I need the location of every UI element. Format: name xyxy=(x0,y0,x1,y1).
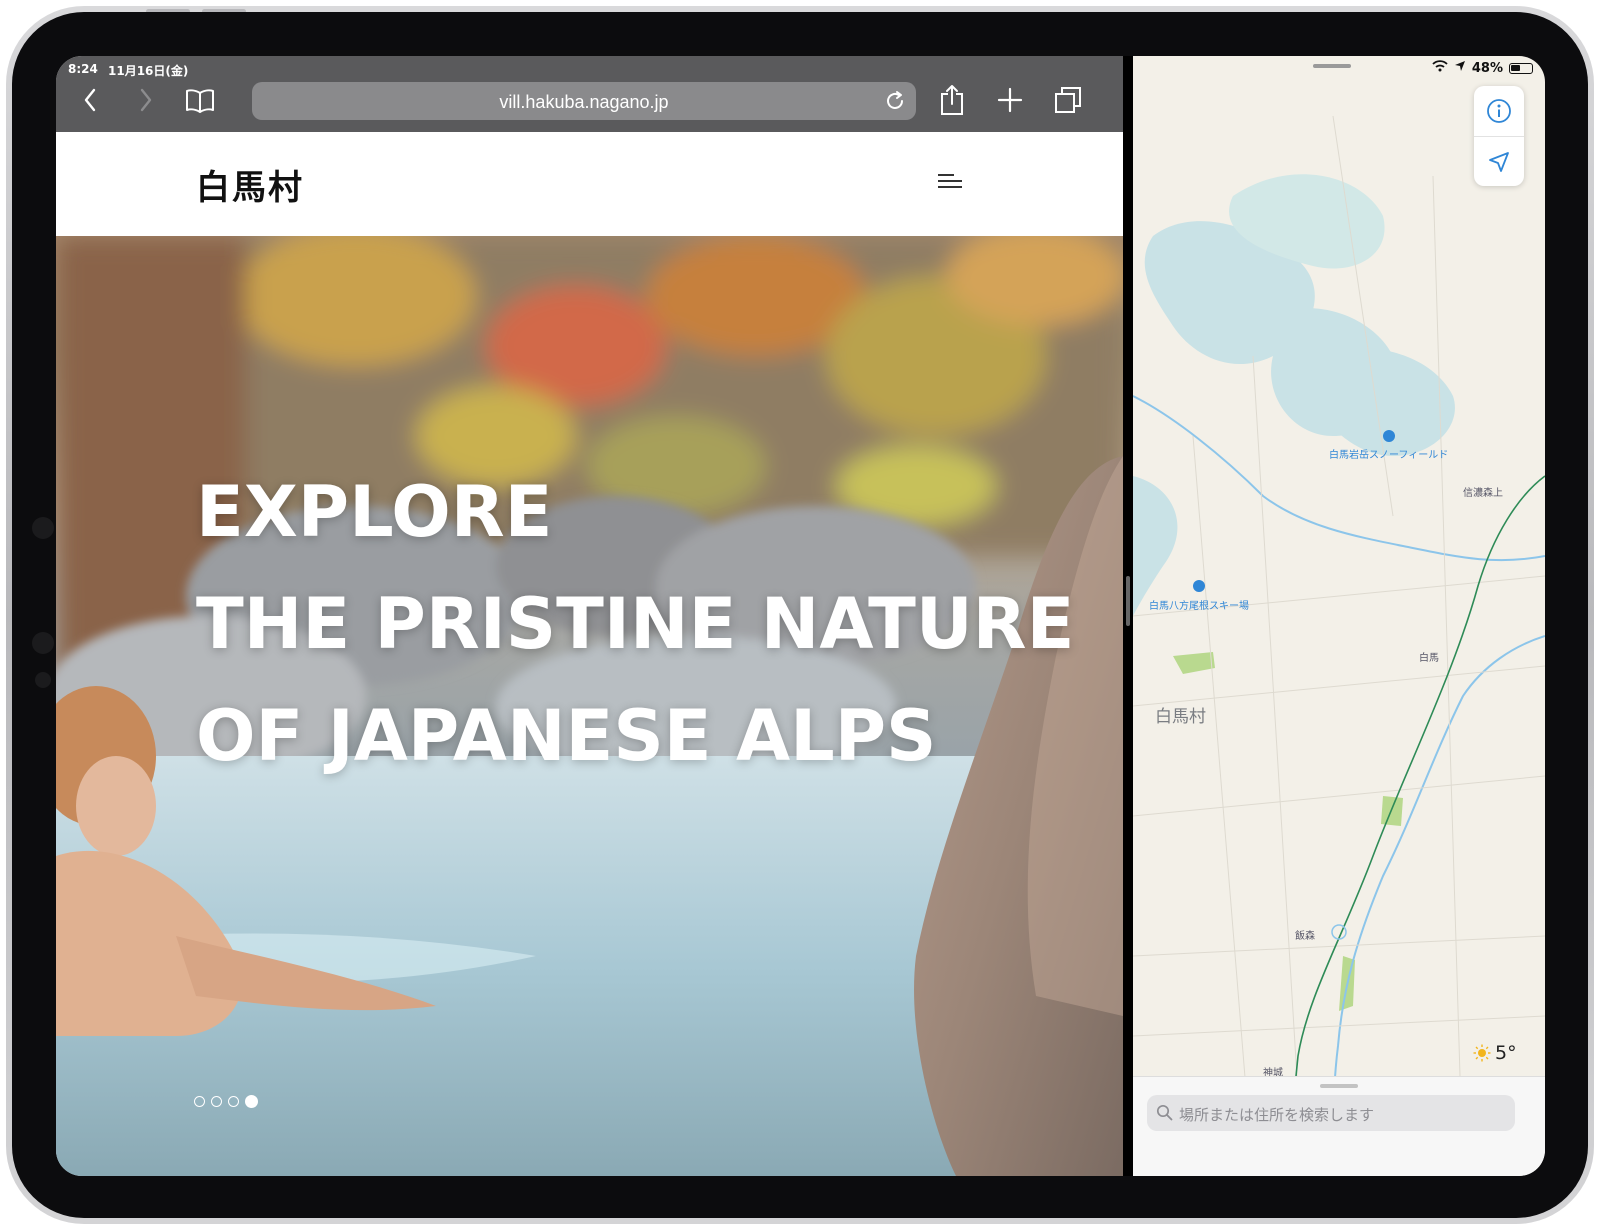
search-placeholder: 場所または住所を検索します xyxy=(1179,1106,1375,1124)
menu-line xyxy=(938,180,962,182)
lake xyxy=(1311,348,1455,456)
tabs-button[interactable] xyxy=(1048,78,1088,122)
back-icon xyxy=(84,88,96,112)
share-button[interactable] xyxy=(932,78,972,122)
maps-search-panel: 場所または住所を検索します xyxy=(1133,1076,1545,1176)
sun-icon xyxy=(1473,1044,1491,1062)
map-canvas[interactable] xyxy=(1133,56,1545,1176)
status-time: 8:24 xyxy=(68,62,98,76)
pencil-connector xyxy=(35,672,51,688)
safari-pane: 8:24 11月16日(金) vill.hakuba.nagano.jp 白馬村… xyxy=(56,56,1123,1176)
slide-dot[interactable] xyxy=(245,1095,258,1108)
status-date: 11月16日(金) xyxy=(108,64,189,78)
hero-line-1: EXPLORE xyxy=(196,471,553,553)
forward-icon xyxy=(140,88,152,112)
tabs-icon xyxy=(1055,87,1081,113)
current-location-button[interactable] xyxy=(1474,136,1524,187)
slide-indicator xyxy=(194,1095,258,1108)
slide-dot[interactable] xyxy=(211,1096,222,1107)
back-button[interactable] xyxy=(72,78,108,122)
hero-line-2: THE PRISTINE NATURE xyxy=(196,583,1075,665)
map-controls xyxy=(1474,86,1524,186)
map-label-happo[interactable]: 白馬八方尾根スキー場 xyxy=(1149,597,1249,612)
map-info-button[interactable] xyxy=(1474,86,1524,136)
wifi-icon xyxy=(1432,60,1448,76)
pencil-connector xyxy=(32,517,54,539)
hero-slideshow[interactable]: EXPLORE THE PRISTINE NATURE OF JAPANESE … xyxy=(56,236,1123,1176)
site-header: 白馬村 xyxy=(56,132,1123,236)
ski-poi-marker[interactable] xyxy=(1383,430,1395,442)
park xyxy=(1173,652,1215,674)
new-tab-icon xyxy=(997,87,1023,113)
location-arrow-icon xyxy=(1489,152,1509,172)
menu-line xyxy=(938,186,962,188)
railway xyxy=(1288,475,1545,1176)
panel-grabber[interactable] xyxy=(1320,1084,1358,1088)
map-label-iwatake[interactable]: 白馬岩岳スノーフィールド xyxy=(1329,446,1448,461)
maps-search-field[interactable]: 場所または住所を検索します xyxy=(1147,1095,1515,1131)
address-bar[interactable]: vill.hakuba.nagano.jp xyxy=(252,82,916,120)
ski-poi-marker[interactable] xyxy=(1193,580,1205,592)
site-logo[interactable]: 白馬村 xyxy=(196,160,304,209)
pencil-connector xyxy=(32,632,54,654)
lake xyxy=(1133,476,1178,616)
bookmarks-button[interactable] xyxy=(180,78,220,122)
reload-icon xyxy=(887,91,903,109)
menu-line xyxy=(938,174,954,176)
safari-toolbar: vill.hakuba.nagano.jp xyxy=(56,78,1123,134)
map-label-iimori[interactable]: 飯森 xyxy=(1295,927,1315,942)
location-arrow-icon xyxy=(1454,60,1466,76)
map-label-shinanomoriue[interactable]: 信濃森上 xyxy=(1463,484,1503,499)
info-icon xyxy=(1487,99,1511,123)
maps-pane[interactable]: 48% 白馬岩岳スノーフィールド 信濃森上 白馬八方尾根スキー場 白馬 白馬村 … xyxy=(1133,56,1545,1176)
slide-dot[interactable] xyxy=(194,1096,205,1107)
slide-dot[interactable] xyxy=(228,1096,239,1107)
map-label-hakuba-station[interactable]: 白馬 xyxy=(1419,649,1439,664)
new-tab-button[interactable] xyxy=(990,78,1030,122)
reload-button[interactable] xyxy=(878,79,912,123)
battery-percent: 48% xyxy=(1471,60,1503,76)
multitasking-grabber[interactable] xyxy=(1313,64,1351,68)
hamburger-menu-button[interactable] xyxy=(938,170,966,190)
weather-widget: 5° xyxy=(1473,1042,1517,1064)
weather-temperature: 5° xyxy=(1495,1042,1517,1064)
hero-heading: EXPLORE THE PRISTINE NATURE OF JAPANESE … xyxy=(196,456,1074,792)
forward-button[interactable] xyxy=(128,78,164,122)
maps-status-bar: 48% xyxy=(1432,60,1533,76)
screen: 8:24 11月16日(金) vill.hakuba.nagano.jp 白馬村… xyxy=(56,56,1545,1176)
search-icon xyxy=(1156,1104,1173,1121)
hero-line-3: OF JAPANESE ALPS xyxy=(196,695,937,777)
park xyxy=(1381,796,1403,826)
url-text: vill.hakuba.nagano.jp xyxy=(499,92,669,112)
battery-icon xyxy=(1509,62,1533,74)
share-icon xyxy=(941,85,963,115)
bookmarks-icon xyxy=(186,89,214,113)
split-view-handle[interactable] xyxy=(1126,576,1130,626)
map-label-village[interactable]: 白馬村 xyxy=(1155,702,1206,727)
